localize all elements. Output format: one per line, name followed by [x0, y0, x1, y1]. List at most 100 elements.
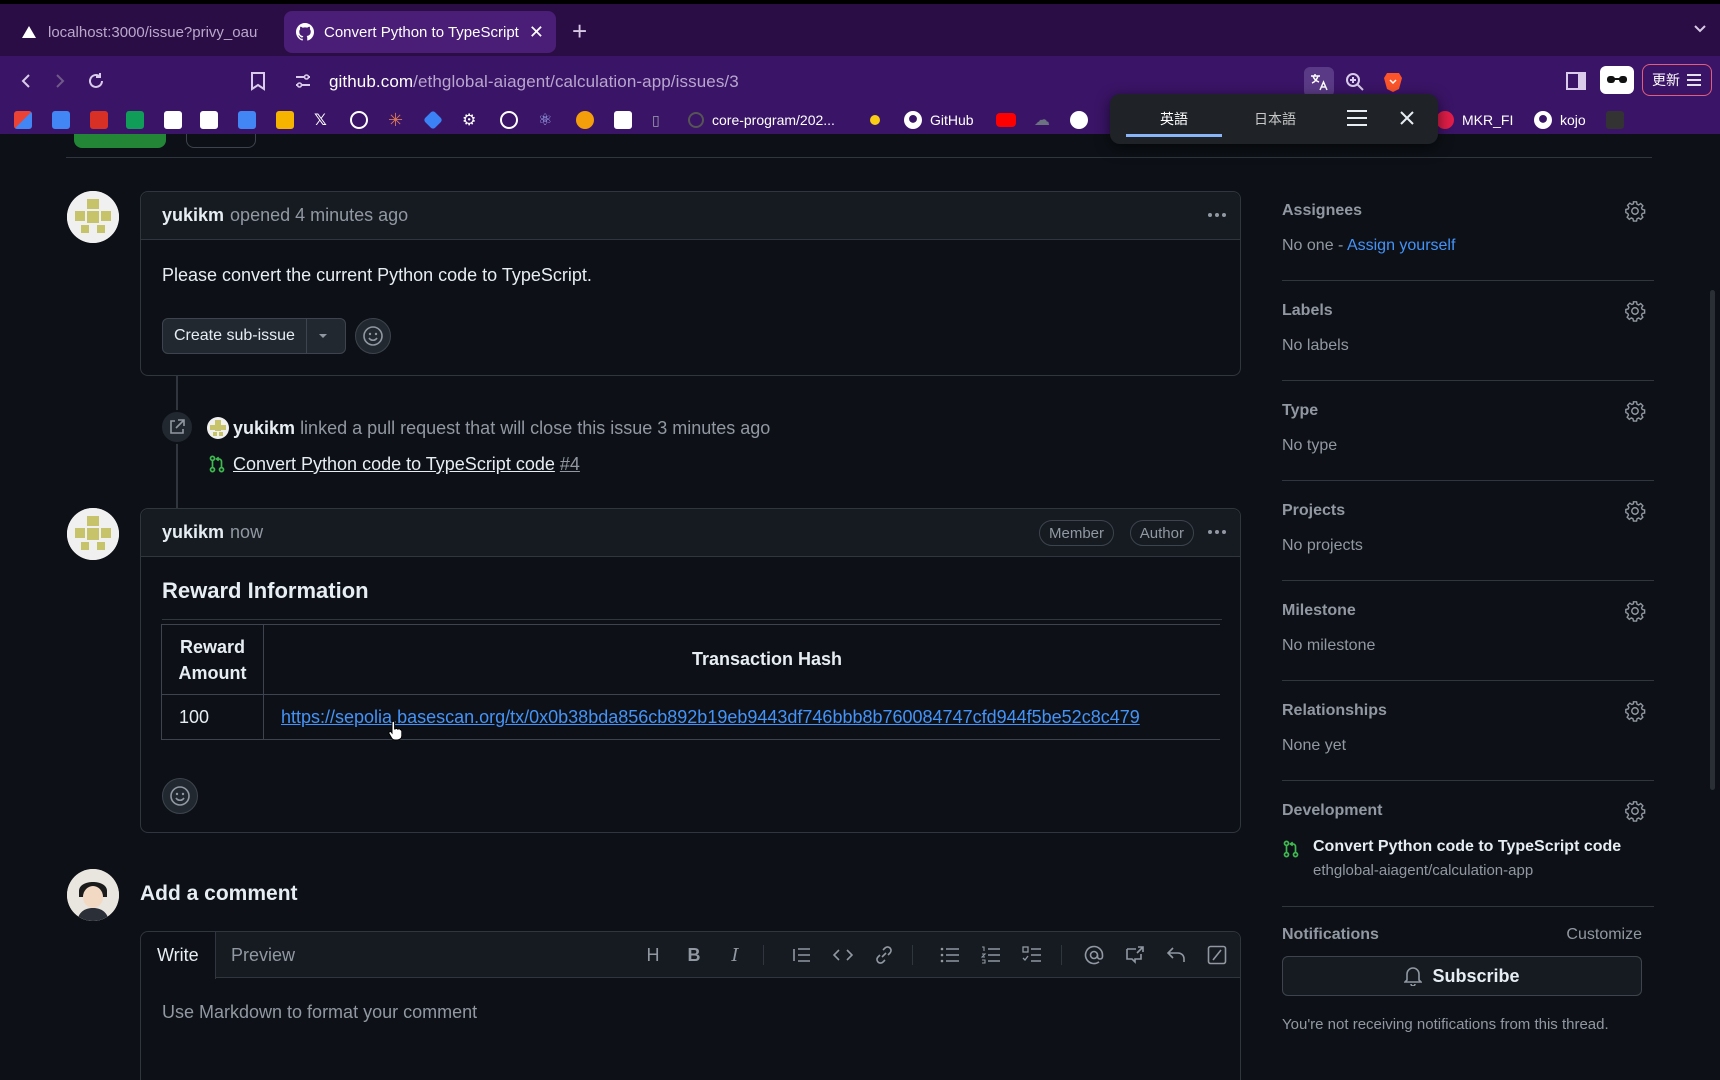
- brave-shields-button[interactable]: [1378, 67, 1408, 97]
- avatar[interactable]: [67, 191, 119, 243]
- sidebar-section-title[interactable]: Projects: [1282, 502, 1345, 520]
- saved-reply-tool[interactable]: [1164, 943, 1188, 967]
- mention-tool[interactable]: [1082, 943, 1106, 967]
- gear-icon[interactable]: [1624, 600, 1646, 622]
- sidebar-section-title[interactable]: Development: [1282, 802, 1382, 820]
- task-list-tool[interactable]: [1020, 943, 1044, 967]
- close-tab-icon[interactable]: ✕: [529, 22, 544, 43]
- sidebar-section-title[interactable]: Assignees: [1282, 202, 1362, 220]
- create-sub-issue-button[interactable]: Create sub-issue: [162, 318, 346, 354]
- bookmark-chip[interactable]: ⚛: [538, 109, 552, 131]
- gear-icon[interactable]: [1624, 400, 1646, 422]
- comment-timestamp[interactable]: opened 4 minutes ago: [230, 205, 408, 226]
- comment-author[interactable]: yukikm: [162, 205, 224, 226]
- subscribe-button[interactable]: Subscribe: [1282, 956, 1642, 996]
- new-tab-button[interactable]: +: [572, 16, 587, 47]
- gear-icon[interactable]: [1624, 800, 1646, 822]
- bookmark-orange[interactable]: [576, 109, 594, 131]
- bookmark-docs[interactable]: [238, 109, 256, 131]
- bookmark-gmail[interactable]: [14, 109, 32, 131]
- bookmark-mkr[interactable]: MKR_FI: [1436, 109, 1513, 131]
- add-reaction-button[interactable]: [162, 778, 198, 814]
- bookmark-x[interactable]: 𝕏: [314, 109, 327, 131]
- comment-author[interactable]: yukikm: [162, 522, 224, 543]
- update-button[interactable]: 更新: [1642, 64, 1712, 96]
- translate-tab-english[interactable]: 英語: [1160, 109, 1188, 129]
- bookmark-github[interactable]: GitHub: [904, 109, 974, 131]
- link-tool[interactable]: [872, 943, 896, 967]
- slash-command-tool[interactable]: [1205, 943, 1229, 967]
- kebab-menu-icon[interactable]: [1206, 521, 1228, 543]
- customize-link[interactable]: Customize: [1566, 926, 1642, 944]
- event-author[interactable]: yukikm: [233, 418, 295, 438]
- sidebar-section-title[interactable]: Relationships: [1282, 702, 1387, 720]
- bookmark-doc[interactable]: ▯: [652, 109, 660, 131]
- pr-number[interactable]: #4: [560, 454, 580, 474]
- bookmark-red[interactable]: [90, 109, 108, 131]
- linked-pr-link[interactable]: Convert Python code to TypeScript code #…: [233, 454, 580, 475]
- bookmark-yellow[interactable]: [870, 109, 880, 131]
- header-button-cut[interactable]: [74, 134, 166, 148]
- assign-yourself-link[interactable]: Assign yourself: [1347, 237, 1456, 254]
- development-repo[interactable]: ethglobal-aiagent/calculation-app: [1313, 862, 1533, 879]
- bookmark-p[interactable]: [614, 109, 632, 131]
- bookmark-slides[interactable]: [276, 109, 294, 131]
- avatar[interactable]: [67, 508, 119, 560]
- bookmark-dark[interactable]: [1606, 109, 1624, 131]
- sidebar-section-title[interactable]: Milestone: [1282, 602, 1356, 620]
- site-settings-icon[interactable]: [294, 72, 312, 90]
- bookmark-button[interactable]: [244, 67, 272, 95]
- heading-tool[interactable]: H: [641, 943, 665, 967]
- sidebar-section-title[interactable]: Type: [1282, 402, 1318, 420]
- code-tool[interactable]: [831, 943, 855, 967]
- gear-icon[interactable]: [1624, 700, 1646, 722]
- bookmark-blue[interactable]: [423, 109, 443, 131]
- tab-localhost[interactable]: localhost:3000/issue?privy_oauth: [8, 11, 270, 53]
- hamburger-menu-icon[interactable]: [1346, 108, 1368, 128]
- tab-write[interactable]: Write: [141, 932, 216, 979]
- current-user-avatar[interactable]: [67, 869, 119, 921]
- gear-icon[interactable]: [1624, 300, 1646, 322]
- bookmark-kojo[interactable]: kojo: [1534, 109, 1586, 131]
- reference-tool[interactable]: [1123, 943, 1147, 967]
- transaction-hash-link[interactable]: https://sepolia.basescan.org/tx/0x0b38bd…: [281, 707, 1140, 727]
- bookmark-core-program[interactable]: core-program/202...: [688, 109, 835, 131]
- bookmark-white[interactable]: [1070, 109, 1088, 131]
- back-button[interactable]: [12, 67, 40, 95]
- comment-timestamp[interactable]: now: [230, 522, 263, 543]
- unordered-list-tool[interactable]: [938, 943, 962, 967]
- bookmark-grid[interactable]: [200, 109, 218, 131]
- forward-button[interactable]: [46, 67, 74, 95]
- caret-down-icon[interactable]: [317, 330, 329, 342]
- bookmark-claude[interactable]: ✳: [388, 109, 403, 131]
- tab-active-issue[interactable]: Convert Python to TypeScript ✕: [284, 11, 556, 53]
- quote-tool[interactable]: [790, 943, 814, 967]
- close-icon[interactable]: [1400, 111, 1414, 125]
- page-scrollbar[interactable]: [1710, 290, 1715, 790]
- tab-preview[interactable]: Preview: [215, 932, 311, 978]
- bookmark-gray[interactable]: ☁: [1034, 109, 1050, 131]
- bookmark-calendar[interactable]: [52, 109, 70, 131]
- chevron-down-icon[interactable]: [1692, 20, 1708, 36]
- sidebar-toggle-button[interactable]: [1562, 67, 1590, 95]
- translate-tab-japanese[interactable]: 日本語: [1254, 109, 1296, 129]
- italic-tool[interactable]: I: [723, 943, 747, 967]
- extension-button[interactable]: [1600, 66, 1634, 94]
- development-pr-link[interactable]: Convert Python code to TypeScript code: [1313, 838, 1621, 856]
- add-reaction-button[interactable]: [355, 318, 391, 354]
- header-button-cut[interactable]: [186, 134, 256, 148]
- reload-button[interactable]: [82, 67, 110, 95]
- ordered-list-tool[interactable]: [979, 943, 1003, 967]
- kebab-menu-icon[interactable]: [1206, 204, 1228, 226]
- bookmark-m[interactable]: [164, 109, 182, 131]
- bookmark-circle[interactable]: [500, 109, 518, 131]
- bookmark-sheets[interactable]: [126, 109, 144, 131]
- comment-textarea[interactable]: Use Markdown to format your comment: [162, 1002, 477, 1023]
- gear-icon[interactable]: [1624, 200, 1646, 222]
- create-sub-issue-label[interactable]: Create sub-issue: [163, 319, 307, 353]
- pr-title[interactable]: Convert Python code to TypeScript code: [233, 454, 555, 474]
- bold-tool[interactable]: B: [682, 943, 706, 967]
- zoom-button[interactable]: [1340, 67, 1370, 97]
- bookmark-youtube[interactable]: [996, 109, 1016, 131]
- avatar[interactable]: [207, 417, 229, 439]
